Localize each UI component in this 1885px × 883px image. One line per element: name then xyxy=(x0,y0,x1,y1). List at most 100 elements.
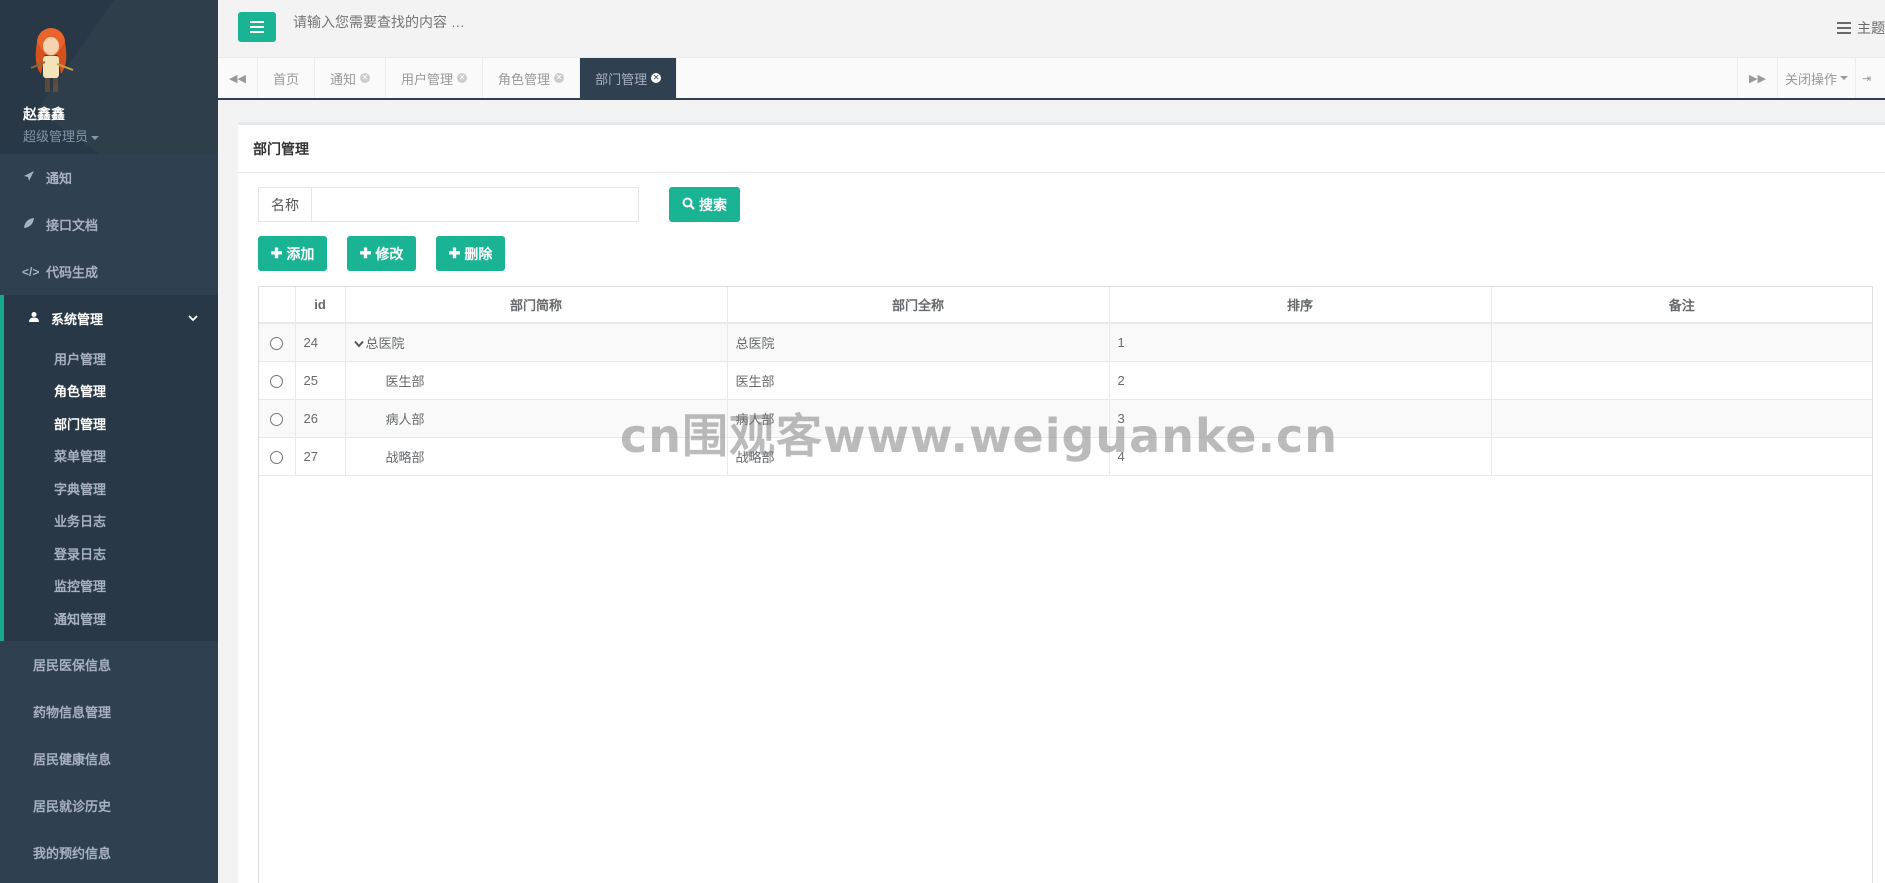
plus-icon: ✚ xyxy=(359,245,372,261)
column-header-full-name[interactable]: 部门全称 xyxy=(727,287,1110,324)
delete-button[interactable]: ✚ 删除 xyxy=(436,236,505,271)
close-icon[interactable]: ✕ xyxy=(651,73,662,83)
table-row[interactable]: 27 战略部 战略部 4 xyxy=(259,437,1872,476)
tab-label: 用户管理 xyxy=(401,71,454,87)
sidebar-subitem-login-log[interactable]: 登录日志 xyxy=(4,537,218,570)
sidebar-subitem-role-management[interactable]: 角色管理 xyxy=(4,375,218,408)
sidebar-group-system: 系统管理 用户管理 角色管理 部门管理 菜单管理 字典管理 业务日志 登录日志 … xyxy=(0,295,218,641)
close-icon[interactable]: ✕ xyxy=(554,73,565,83)
tab-role-management[interactable]: 角色管理 ✕ xyxy=(483,58,581,98)
avatar[interactable] xyxy=(23,24,79,96)
backward-icon: ◀◀ xyxy=(229,72,246,85)
table-row[interactable]: 25 医生部 医生部 2 xyxy=(259,361,1872,400)
column-header-remark[interactable]: 备注 xyxy=(1491,287,1872,324)
page-title: 部门管理 xyxy=(238,125,1885,173)
sidebar-item-my-appointments[interactable]: 我的预约信息 xyxy=(0,829,218,876)
column-header-short-name[interactable]: 部门简称 xyxy=(345,287,728,324)
sign-out-icon: ⇥ xyxy=(1862,72,1872,85)
short-name-text: 总医院 xyxy=(365,335,405,351)
sidebar-subitem-notice-management[interactable]: 通知管理 xyxy=(4,602,218,635)
user-name: 赵鑫鑫 xyxy=(23,106,65,122)
delete-button-label: 删除 xyxy=(464,245,493,262)
row-select-cell xyxy=(259,399,296,438)
close-operations-label: 关闭操作 xyxy=(1784,71,1837,87)
caret-down-icon xyxy=(91,135,100,140)
sidebar-item-notice[interactable]: 通知 xyxy=(0,154,218,201)
column-header-sort[interactable]: 排序 xyxy=(1109,287,1492,324)
sidebar-item-system-management[interactable]: 系统管理 xyxy=(4,295,218,342)
column-header-id[interactable]: id xyxy=(295,287,346,324)
cell-short-name: 总医院 xyxy=(345,323,728,362)
sidebar-subitem-monitor-management[interactable]: 监控管理 xyxy=(4,570,218,603)
cell-full-name: 医生部 xyxy=(727,361,1110,400)
tab-label: 部门管理 xyxy=(595,71,648,87)
table-header-row: id 部门简称 部门全称 排序 备注 xyxy=(259,287,1872,324)
sidebar-item-visit-history[interactable]: 居民就诊历史 xyxy=(0,782,218,829)
tab-department-management[interactable]: 部门管理 ✕ xyxy=(580,58,678,98)
sidebar-item-api-docs[interactable]: 接口文档 xyxy=(0,201,218,248)
sidebar: 赵鑫鑫 超级管理员 通知 接口文档 </> 代码生成 系统管理 用户管理 角色管… xyxy=(0,0,218,883)
short-name-text: 战略部 xyxy=(385,449,425,465)
row-radio[interactable] xyxy=(270,412,284,426)
row-radio[interactable] xyxy=(270,374,284,388)
menu-toggle-button[interactable] xyxy=(238,12,276,42)
sidebar-item-resident-insurance[interactable]: 居民医保信息 xyxy=(0,641,218,688)
cell-sort: 4 xyxy=(1109,437,1492,476)
department-table-container: id 部门简称 部门全称 排序 备注 24 总医院 总医院 1 25 医生部 医… xyxy=(258,286,1873,883)
name-search-input[interactable] xyxy=(311,187,639,222)
table-row[interactable]: 24 总医院 总医院 1 xyxy=(259,323,1872,362)
exit-button[interactable]: ⇥ xyxy=(1855,58,1885,98)
sidebar-subitem-business-log[interactable]: 业务日志 xyxy=(4,505,218,538)
name-input-group: 名称 xyxy=(258,187,639,222)
theme-link[interactable]: 主题 xyxy=(1837,18,1885,38)
cell-short-name: 战略部 xyxy=(345,437,728,476)
search-button[interactable]: 搜索 xyxy=(669,187,740,222)
row-radio[interactable] xyxy=(270,336,284,350)
add-button[interactable]: ✚ 添加 xyxy=(258,236,327,271)
caret-down-icon xyxy=(1840,76,1848,80)
cell-short-name: 病人部 xyxy=(345,399,728,438)
search-icon xyxy=(682,197,695,213)
tab-home[interactable]: 首页 xyxy=(258,58,316,98)
sidebar-item-resident-health[interactable]: 居民健康信息 xyxy=(0,735,218,782)
cell-id: 24 xyxy=(295,323,346,362)
tab-label: 通知 xyxy=(330,71,357,87)
chevron-down-icon[interactable] xyxy=(353,339,364,351)
sidebar-item-label: 通知 xyxy=(46,171,73,186)
tab-user-management[interactable]: 用户管理 ✕ xyxy=(386,58,484,98)
user-role-label: 超级管理员 xyxy=(23,129,89,144)
close-operations-dropdown[interactable]: 关闭操作 xyxy=(1777,58,1855,98)
sidebar-item-label: 系统管理 xyxy=(51,312,104,327)
table-row[interactable]: 26 病人部 病人部 3 xyxy=(259,399,1872,438)
global-search-input[interactable] xyxy=(293,14,693,30)
edit-button[interactable]: ✚ 修改 xyxy=(347,236,416,271)
sidebar-item-drug-info[interactable]: 药物信息管理 xyxy=(0,688,218,735)
theme-label: 主题 xyxy=(1857,20,1885,36)
row-radio[interactable] xyxy=(270,450,284,464)
tasks-icon xyxy=(1837,22,1851,34)
close-icon[interactable]: ✕ xyxy=(360,73,371,83)
department-tree-table: id 部门简称 部门全称 排序 备注 24 总医院 总医院 1 25 医生部 医… xyxy=(259,287,1872,476)
tabs-scroll-right-button[interactable]: ▶▶ xyxy=(1737,58,1777,98)
add-button-label: 添加 xyxy=(286,245,315,262)
sidebar-item-label: 代码生成 xyxy=(46,265,99,280)
close-icon[interactable]: ✕ xyxy=(457,73,468,83)
row-select-cell xyxy=(259,437,296,476)
cell-id: 25 xyxy=(295,361,346,400)
search-form: 名称 搜索 xyxy=(258,187,740,222)
search-button-label: 搜索 xyxy=(699,196,727,213)
sidebar-subitem-dictionary-management[interactable]: 字典管理 xyxy=(4,472,218,505)
tab-notice[interactable]: 通知 ✕ xyxy=(315,58,387,98)
cell-id: 26 xyxy=(295,399,346,438)
user-role-dropdown[interactable]: 超级管理员 xyxy=(23,126,218,145)
row-select-cell xyxy=(259,361,296,400)
content-panel: 部门管理 名称 搜索 ✚ 添加 ✚ 修改 ✚ 删除 id 部门简称 部门全称 排… xyxy=(238,122,1885,883)
cell-id: 27 xyxy=(295,437,346,476)
sidebar-item-code-gen[interactable]: </> 代码生成 xyxy=(0,248,218,295)
sidebar-subitem-menu-management[interactable]: 菜单管理 xyxy=(4,440,218,473)
cell-short-name: 医生部 xyxy=(345,361,728,400)
tab-label: 角色管理 xyxy=(498,71,551,87)
sidebar-subitem-department-management[interactable]: 部门管理 xyxy=(4,407,218,440)
tabs-scroll-left-button[interactable]: ◀◀ xyxy=(218,58,258,98)
sidebar-subitem-user-management[interactable]: 用户管理 xyxy=(4,342,218,375)
